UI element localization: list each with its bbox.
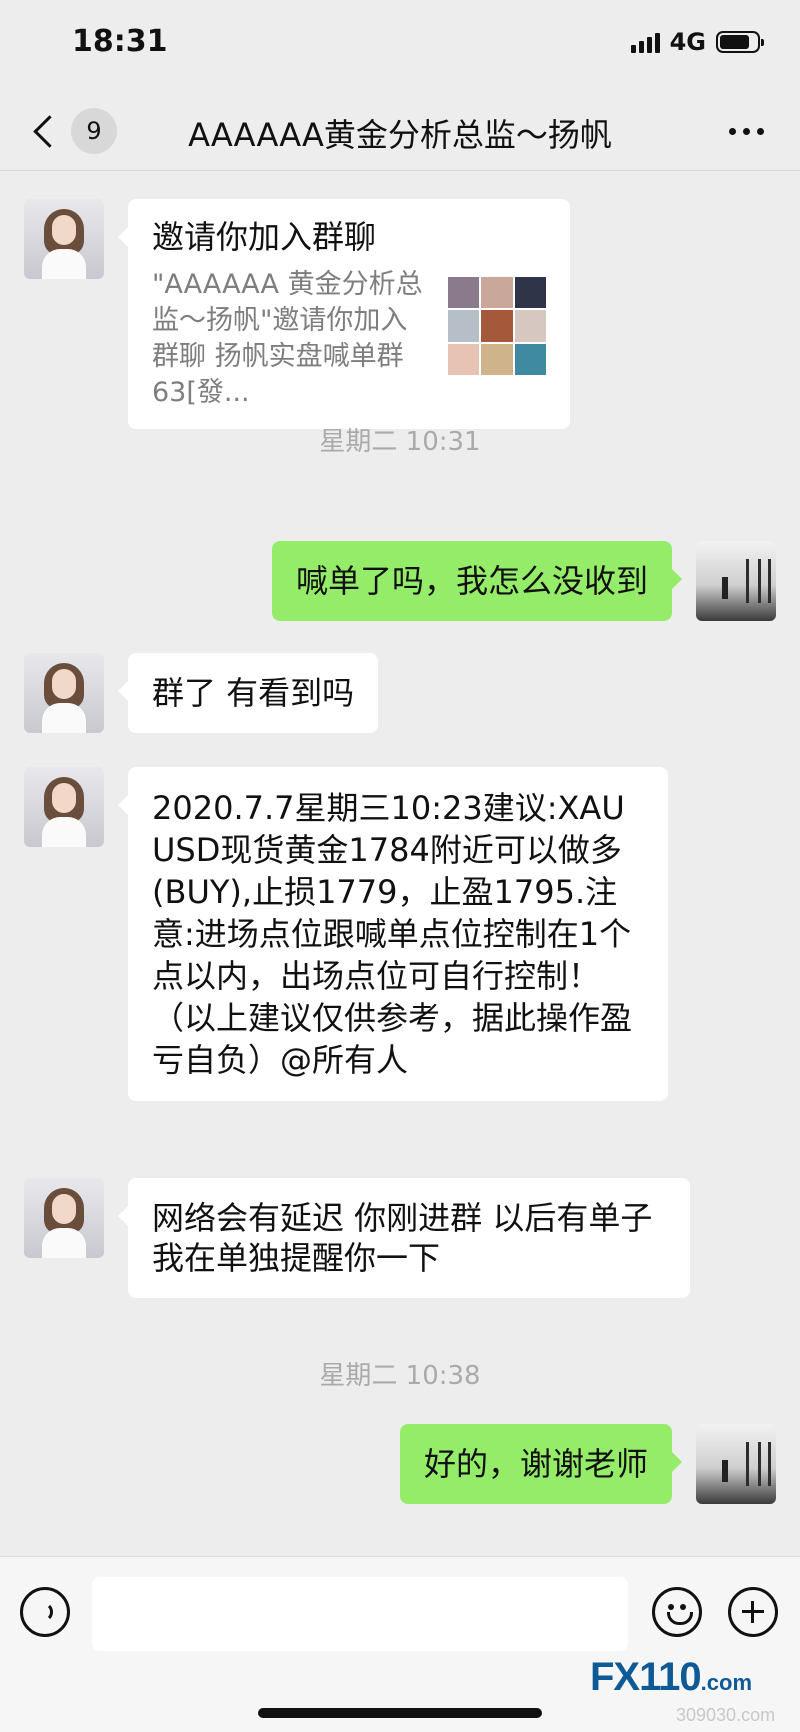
watermark-suffix: .com [700,1670,753,1695]
chevron-left-icon [33,114,66,148]
message-bubble[interactable]: 2020.7.7星期三10:23建议:XAUUSD现货黄金1784附近可以做多(… [118,767,668,1101]
back-button[interactable]: 9 [28,108,117,154]
status-bar: 18:31 4G [0,0,800,90]
network-label: 4G [669,28,706,56]
status-time: 18:31 [72,24,168,59]
battery-icon [716,31,764,53]
timestamp: 星期二 10:31 [319,427,481,457]
message-row: 2020.7.7星期三10:23建议:XAUUSD现货黄金1784附近可以做多(… [24,767,668,1101]
timestamp: 星期二 10:38 [319,1361,481,1391]
avatar[interactable] [24,1178,104,1258]
message-bubble[interactable]: 喊单了吗，我怎么没收到 [271,541,683,621]
chat-title: AAAAAA黄金分析总监～扬帆 [188,116,612,154]
avatar[interactable] [696,541,776,621]
message-bubble[interactable]: 好的，谢谢老师 [399,1424,683,1504]
invite-description: "AAAAAA 黄金分析总监～扬帆"邀请你加入群聊 扬帆实盘喊单群 63[發..… [152,269,423,408]
message-bubble[interactable]: 网络会有延迟 你刚进群 以后有单子我在单独提醒你一下 [118,1178,690,1298]
plus-icon[interactable] [728,1587,778,1637]
message-row: 群了 有看到吗 [24,653,379,733]
watermark-sub: 309030.com [676,1705,776,1725]
emoji-icon[interactable] [652,1587,702,1637]
more-options-icon[interactable] [729,128,764,135]
avatar[interactable] [24,767,104,847]
signal-icon [630,31,660,53]
avatar[interactable] [696,1424,776,1504]
unread-count-badge: 9 [71,108,117,154]
message-row: 好的，谢谢老师 [399,1424,776,1504]
message-bubble[interactable]: 群了 有看到吗 [117,653,379,733]
voice-input-icon[interactable] [20,1587,70,1637]
group-invite-card[interactable]: 邀请你加入群聊 "AAAAAA 黄金分析总监～扬帆"邀请你加入群聊 扬帆实盘喊单… [118,199,570,429]
home-indicator [258,1708,542,1718]
invite-title: 邀请你加入群聊 [152,218,377,256]
group-avatar-grid [448,277,546,375]
avatar[interactable] [24,199,104,279]
message-input[interactable] [92,1577,628,1651]
message-row: 网络会有延迟 你刚进群 以后有单子我在单独提醒你一下 [24,1178,690,1298]
nav-bar: 9 AAAAAA黄金分析总监～扬帆 [0,90,800,171]
status-icons: 4G [630,28,764,56]
watermark-brand: FX110 [590,1655,702,1699]
avatar[interactable] [24,653,104,733]
message-row: 邀请你加入群聊 "AAAAAA 黄金分析总监～扬帆"邀请你加入群聊 扬帆实盘喊单… [24,199,570,429]
watermark-logo: FX110.com 309030.com [590,1655,775,1725]
message-row: 喊单了吗，我怎么没收到 [271,541,776,621]
